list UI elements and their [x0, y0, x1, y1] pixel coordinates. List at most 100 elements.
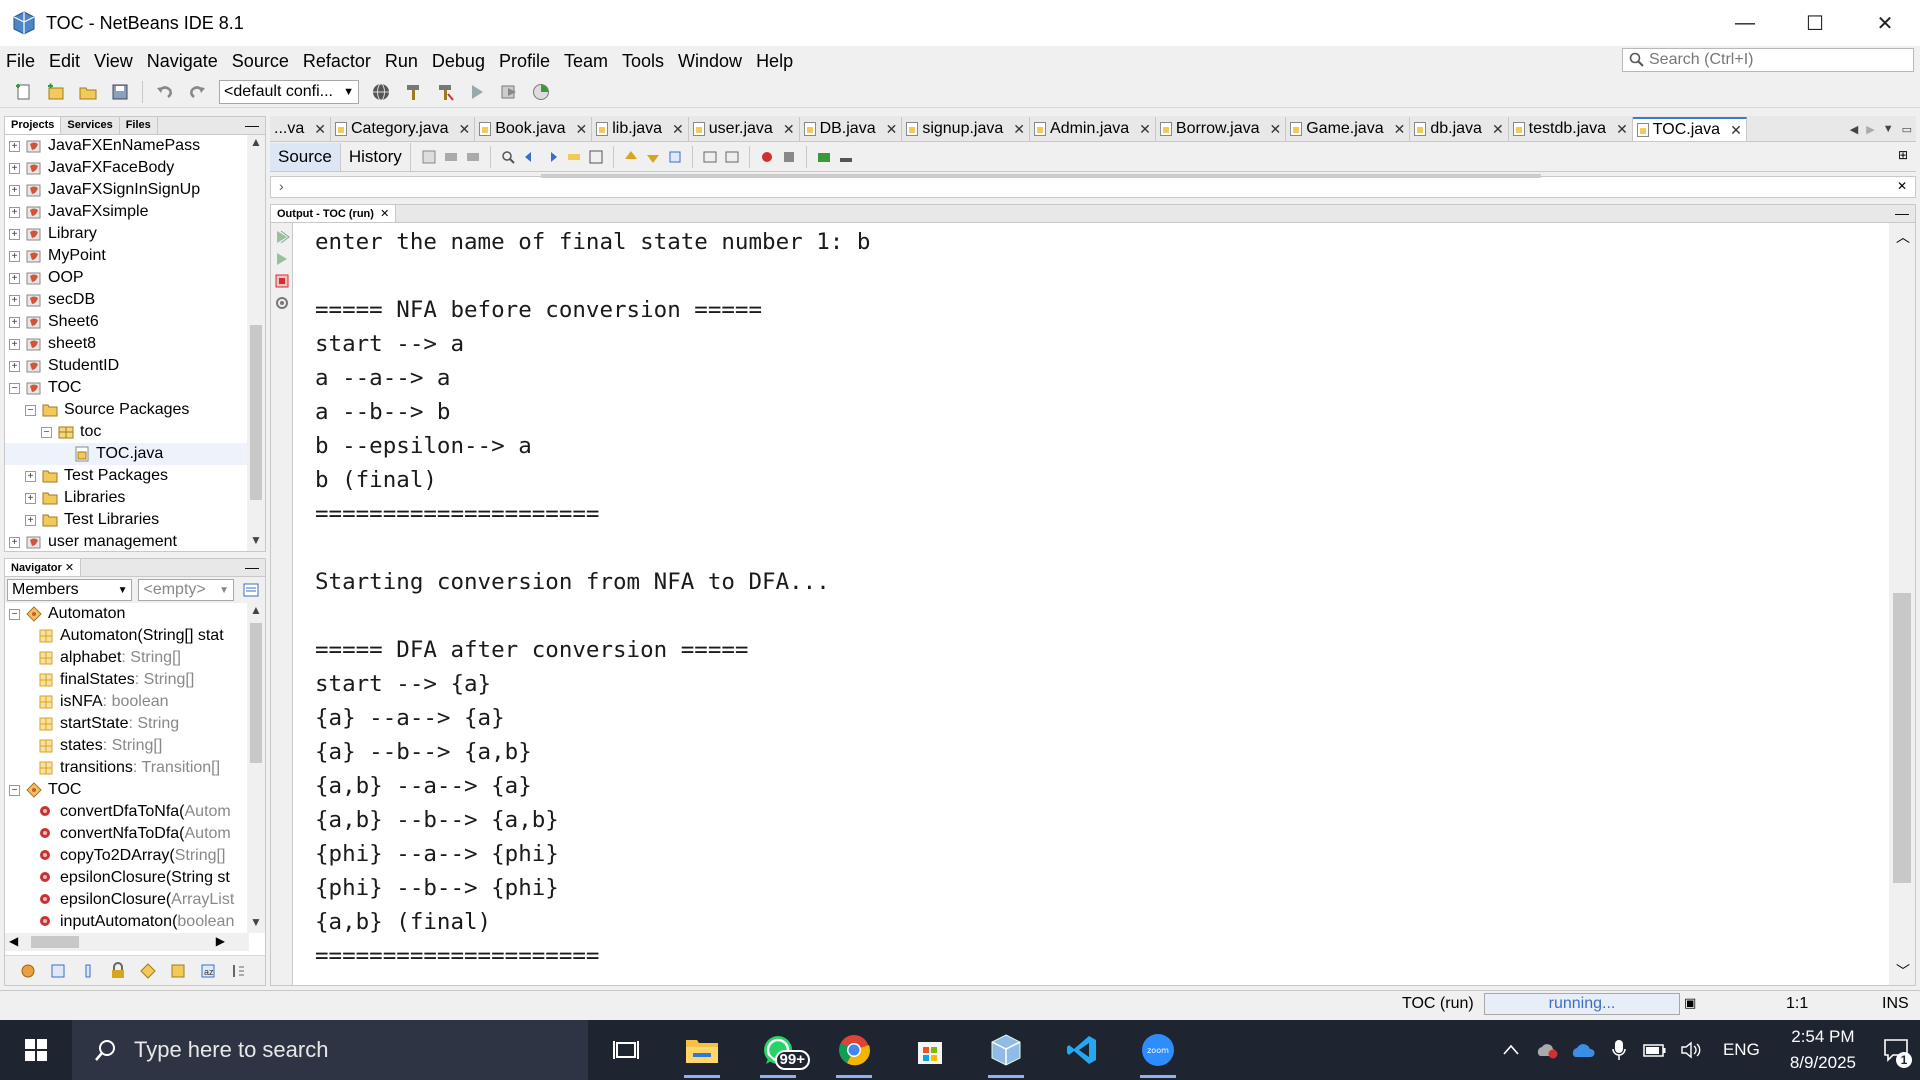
project-tree-item[interactable]: + MyPoint [5, 245, 247, 267]
build-hammer-icon[interactable] [402, 81, 424, 103]
navigator-item[interactable]: copyTo2DArray(String[] [5, 845, 247, 867]
project-tree-item[interactable]: + Sheet6 [5, 311, 247, 333]
navigator-item[interactable]: convertDfaToNfa(Autom [5, 801, 247, 823]
menu-file[interactable]: File [0, 51, 42, 72]
expand-icon[interactable]: + [9, 250, 20, 262]
close-tab-icon[interactable]: ✕ [1013, 121, 1025, 138]
previous-bookmark-icon[interactable] [623, 149, 639, 165]
tab-projects[interactable]: Projects [5, 117, 62, 134]
navigator-item[interactable]: − TOC [5, 779, 247, 801]
menu-run[interactable]: Run [378, 51, 425, 72]
navigator-item[interactable]: Automaton(String[] stat [5, 625, 247, 647]
battery-icon[interactable] [1637, 1020, 1673, 1080]
find-next-icon[interactable] [544, 149, 560, 165]
chevron-right-icon[interactable]: › [279, 178, 284, 194]
close-tab-icon[interactable]: ✕ [886, 121, 898, 138]
project-tree-item[interactable]: + Library [5, 223, 247, 245]
project-tree-item[interactable]: + Test Libraries [5, 509, 247, 531]
navigator-item[interactable]: inputAutomaton(boolean [5, 911, 247, 933]
settings-icon[interactable] [274, 295, 290, 311]
navigator-item[interactable]: startState : String [5, 713, 247, 735]
progress-bar[interactable]: running... [1484, 993, 1680, 1015]
stop-macro-icon[interactable] [781, 149, 797, 165]
members-select[interactable]: Members ▼ [7, 579, 133, 601]
menu-team[interactable]: Team [557, 51, 615, 72]
scroll-up-arrow-icon[interactable]: ︿ [1896, 227, 1910, 247]
navigator-item[interactable]: epsilonClosure(String st [5, 867, 247, 889]
shift-right-icon[interactable] [724, 149, 740, 165]
redo-icon[interactable] [186, 81, 208, 103]
forward-icon[interactable] [465, 149, 481, 165]
new-project-icon[interactable] [45, 81, 67, 103]
scroll-up-arrow-icon[interactable]: ▲ [247, 603, 265, 621]
project-tree-item[interactable]: + secDB [5, 289, 247, 311]
configuration-select[interactable]: <default confi... ▼ [219, 79, 359, 104]
rerun-with-params-icon[interactable] [274, 251, 290, 267]
close-icon[interactable]: ✕ [380, 208, 389, 220]
editor-tab[interactable]: Admin.java ✕ [1030, 117, 1156, 141]
sort-by-name-icon[interactable]: az [198, 961, 218, 981]
expand-icon[interactable]: + [9, 294, 20, 306]
navigator-item[interactable]: epsilonClosure(ArrayList [5, 889, 247, 911]
close-tab-icon[interactable]: ✕ [672, 121, 684, 138]
back-icon[interactable] [443, 149, 459, 165]
toggle-bookmark-icon[interactable] [667, 149, 683, 165]
collapse-icon[interactable]: − [9, 784, 20, 796]
empty-select[interactable]: <empty> ▼ [138, 579, 235, 601]
clean-build-icon[interactable] [434, 81, 456, 103]
close-tab-icon[interactable]: ✕ [1730, 122, 1742, 139]
expand-icon[interactable]: + [25, 470, 36, 482]
close-tab-icon[interactable]: ✕ [783, 121, 795, 138]
sync-editor-icon[interactable] [242, 581, 260, 599]
volume-icon[interactable] [1673, 1020, 1709, 1080]
clock[interactable]: 2:54 PM 8/9/2025 [1790, 1024, 1856, 1076]
save-all-icon[interactable] [109, 81, 131, 103]
minimize-panel-icon[interactable]: — [1895, 205, 1909, 221]
project-tree-item[interactable]: TOC.java [5, 443, 247, 465]
expand-icon[interactable]: + [9, 536, 20, 548]
tab-output-run[interactable]: Output - TOC (run) ✕ [271, 205, 397, 222]
scrollbar-thumb[interactable] [250, 623, 262, 763]
close-tab-icon[interactable]: ✕ [1139, 121, 1151, 138]
undo-icon[interactable] [154, 81, 176, 103]
editor-tab[interactable]: DB.java ✕ [800, 117, 903, 141]
microphone-icon[interactable] [1601, 1020, 1637, 1080]
menu-source[interactable]: Source [225, 51, 296, 72]
project-tree-item[interactable]: + sheet8 [5, 333, 247, 355]
last-edit-icon[interactable] [421, 149, 437, 165]
next-bookmark-icon[interactable] [645, 149, 661, 165]
navigator-item[interactable]: alphabet : String[] [5, 647, 247, 669]
navigator-item[interactable]: − Automaton [5, 603, 247, 625]
tab-services[interactable]: Services [61, 117, 120, 134]
close-tab-icon[interactable]: ✕ [1270, 121, 1282, 138]
expand-toolbar-icon[interactable]: ⊞ [1898, 148, 1908, 162]
navigator-item[interactable]: finalStates : String[] [5, 669, 247, 691]
menu-profile[interactable]: Profile [492, 51, 557, 72]
editor-tab[interactable]: lib.java ✕ [592, 117, 689, 141]
scrollbar-thumb[interactable] [31, 936, 79, 948]
editor-tab[interactable]: Category.java ✕ [331, 117, 476, 141]
collapse-icon[interactable]: − [9, 608, 20, 620]
collapse-icon[interactable]: − [41, 426, 52, 438]
project-tree-item[interactable]: + user management [5, 531, 247, 551]
notification-center-button[interactable]: 1 [1872, 1020, 1920, 1080]
open-project-icon[interactable] [77, 81, 99, 103]
file-explorer-app[interactable] [664, 1020, 740, 1080]
expand-icon[interactable]: + [9, 272, 20, 284]
menu-refactor[interactable]: Refactor [296, 51, 378, 72]
project-tree-item[interactable]: + JavaFXsimple [5, 201, 247, 223]
toggle-highlight-icon[interactable] [566, 149, 582, 165]
editor-tab[interactable]: Borrow.java ✕ [1156, 117, 1287, 141]
globe-icon[interactable] [370, 81, 392, 103]
editor-tab[interactable]: Book.java ✕ [475, 117, 593, 141]
project-tree-item[interactable]: − TOC [5, 377, 247, 399]
output-console[interactable]: enter the name of final state number 1: … [315, 225, 1885, 985]
menu-view[interactable]: View [87, 51, 140, 72]
editor-tab[interactable]: Game.java ✕ [1286, 117, 1411, 141]
project-tree-item[interactable]: + Test Packages [5, 465, 247, 487]
editor-tab[interactable]: user.java ✕ [689, 117, 800, 141]
navigator-scrollbar[interactable]: ▲ ▼ [247, 603, 265, 933]
project-tree-item[interactable]: + JavaFXFaceBody [5, 157, 247, 179]
close-icon[interactable]: ✕ [65, 562, 74, 574]
close-button[interactable]: ✕ [1850, 0, 1920, 46]
